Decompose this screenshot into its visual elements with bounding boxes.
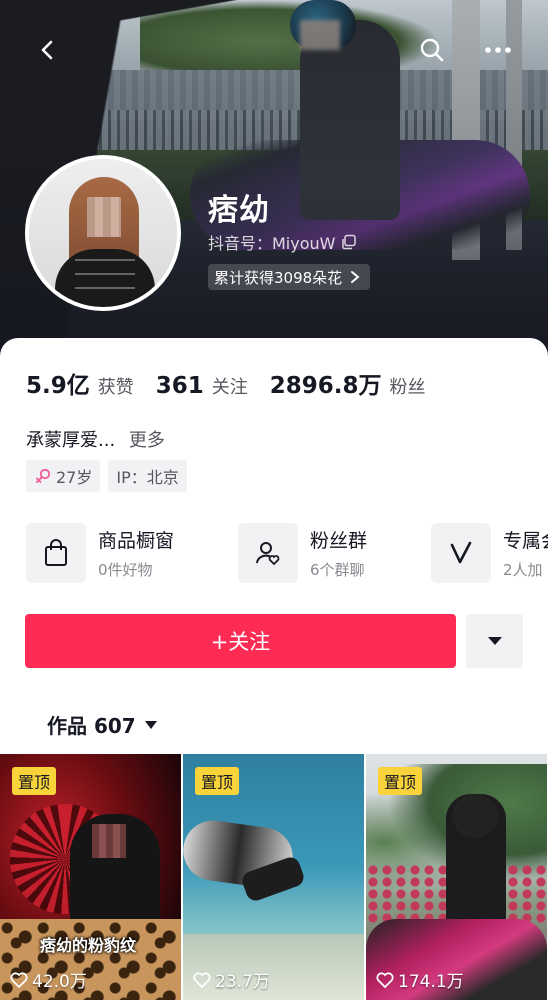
copy-icon[interactable] bbox=[341, 234, 357, 250]
fan-group-entry[interactable]: 粉丝群 6个群聊 bbox=[238, 522, 367, 584]
video-tile[interactable]: 置顶 23.7万 bbox=[183, 754, 364, 1000]
exclusive-entry[interactable]: 专属会 2人加 bbox=[431, 522, 548, 584]
more-dots-icon bbox=[485, 47, 511, 53]
profile-nickname: 痞幼 bbox=[208, 193, 270, 228]
caret-down-icon bbox=[144, 720, 157, 729]
profile-card: 5.9亿 获赞 361 关注 2896.8万 粉丝 承蒙厚爱... 更多 27岁… bbox=[0, 338, 548, 1000]
video-likes-count: 42.0万 bbox=[32, 972, 87, 992]
chevron-right-icon bbox=[351, 271, 360, 283]
works-tab-label: 作品 607 bbox=[47, 714, 136, 738]
video-caption: 痞幼的粉豹纹 bbox=[40, 936, 137, 955]
fan-group-title: 粉丝群 bbox=[310, 530, 368, 552]
video-likes: 23.7万 bbox=[193, 967, 270, 992]
video-likes-count: 23.7万 bbox=[215, 972, 270, 992]
following-count[interactable]: 361 bbox=[156, 373, 204, 399]
tab-works[interactable]: 作品 607 bbox=[47, 710, 158, 739]
exclusive-sub: 2人加 bbox=[503, 561, 543, 579]
video-tile[interactable]: 置顶 174.1万 bbox=[366, 754, 547, 1000]
heart-icon bbox=[193, 971, 211, 988]
video-likes-count: 174.1万 bbox=[398, 972, 464, 992]
age-tag: 27岁 bbox=[26, 460, 101, 492]
heart-icon bbox=[10, 971, 28, 988]
pinned-badge: 置顶 bbox=[378, 767, 423, 795]
avatar-body bbox=[55, 249, 155, 307]
bio-more-link[interactable]: 更多 bbox=[129, 430, 165, 451]
fan-group-sub: 6个群聊 bbox=[310, 561, 365, 579]
followers-count[interactable]: 2896.8万 bbox=[270, 366, 382, 400]
pinned-badge: 置顶 bbox=[12, 767, 57, 795]
v-badge-icon bbox=[450, 541, 472, 564]
search-button[interactable] bbox=[412, 30, 452, 70]
shopping-bag-icon bbox=[45, 539, 67, 566]
female-icon bbox=[36, 468, 51, 483]
back-arrow-icon bbox=[41, 40, 53, 60]
age-text: 27岁 bbox=[56, 468, 93, 487]
bio: 承蒙厚爱... 更多 bbox=[26, 426, 165, 452]
fan-group-icon bbox=[256, 542, 280, 566]
flowers-badge[interactable]: 累计获得3098朵花 bbox=[208, 264, 371, 290]
services-row: 商品橱窗 0件好物 粉丝群 6个群聊 专属 2人加 bbox=[26, 522, 548, 584]
shop-window-title: 商品橱窗 bbox=[98, 530, 175, 552]
avatar[interactable] bbox=[25, 155, 181, 311]
follow-button[interactable]: +关注 bbox=[25, 614, 456, 668]
recommend-dropdown-button[interactable] bbox=[466, 614, 523, 668]
avatar-blurred-face bbox=[87, 197, 121, 237]
shop-window-sub: 0件好物 bbox=[98, 561, 153, 579]
following-label: 关注 bbox=[211, 377, 248, 398]
caret-down-icon bbox=[487, 637, 502, 645]
shop-window-entry[interactable]: 商品橱窗 0件好物 bbox=[26, 522, 174, 584]
ip-tag: IP：北京 bbox=[108, 460, 187, 492]
stats-row: 5.9亿 获赞 361 关注 2896.8万 粉丝 bbox=[26, 366, 448, 400]
search-icon bbox=[420, 38, 444, 62]
exclusive-title: 专属会 bbox=[503, 530, 548, 552]
heart-icon bbox=[376, 971, 394, 988]
video-likes: 174.1万 bbox=[376, 967, 464, 992]
more-button[interactable] bbox=[478, 30, 518, 70]
douyin-id-text: 抖音号：MiyouW bbox=[208, 234, 336, 253]
pinned-badge: 置顶 bbox=[195, 767, 240, 795]
ip-text: IP：北京 bbox=[116, 468, 179, 487]
likes-count[interactable]: 5.9亿 bbox=[26, 366, 90, 400]
video-likes: 42.0万 bbox=[10, 967, 87, 992]
likes-label: 获赞 bbox=[97, 377, 134, 398]
bio-text: 承蒙厚爱... bbox=[26, 430, 116, 451]
flowers-text: 累计获得3098朵花 bbox=[214, 268, 343, 287]
back-button[interactable] bbox=[28, 30, 68, 70]
profile-tags: 27岁 IP：北京 bbox=[26, 460, 187, 492]
video-grid: 痞幼的粉豹纹 置顶 42.0万 置顶 23.7万 置顶 174.1万 bbox=[0, 754, 548, 1000]
followers-label: 粉丝 bbox=[389, 377, 426, 398]
video-tile[interactable]: 痞幼的粉豹纹 置顶 42.0万 bbox=[0, 754, 181, 1000]
douyin-id[interactable]: 抖音号：MiyouW bbox=[208, 230, 357, 254]
